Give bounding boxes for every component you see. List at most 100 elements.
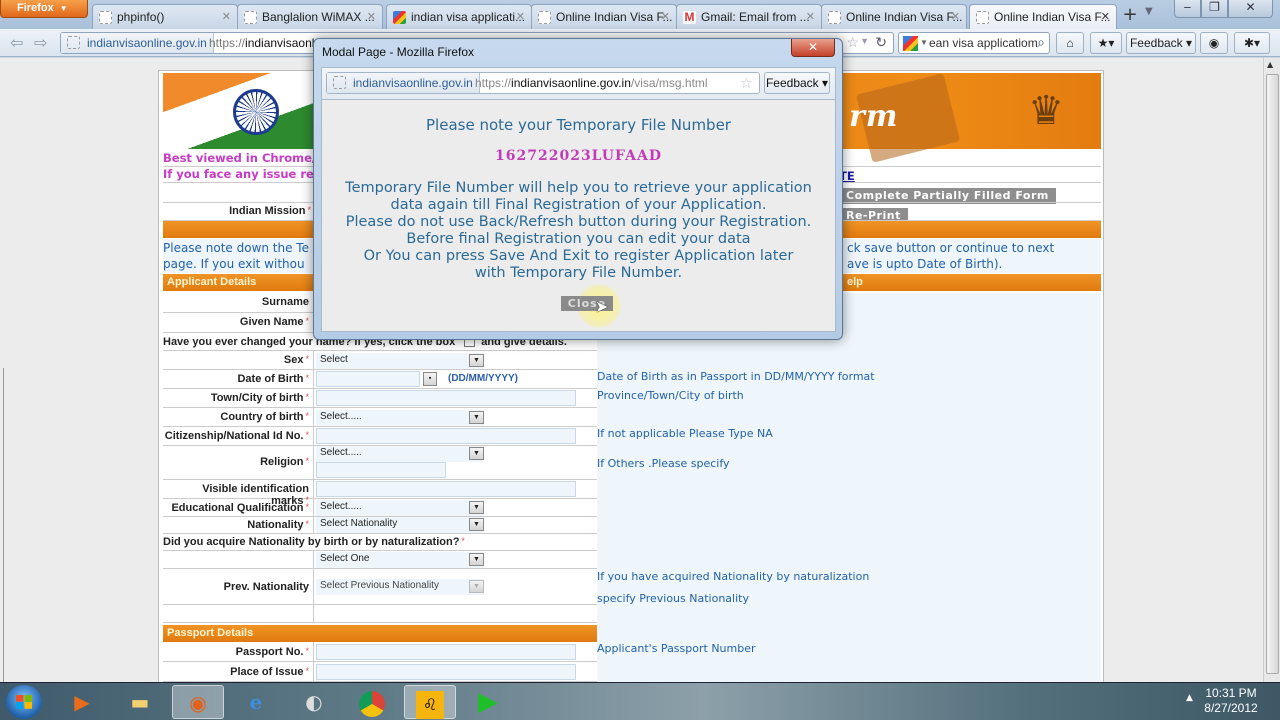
taskbar-download-manager[interactable]: ▶ [462, 685, 514, 719]
sex-select[interactable]: Select ▼ [316, 353, 484, 369]
bookmark-star-icon[interactable]: ☆ [740, 74, 753, 92]
message-line: data again till Final Registration of yo… [390, 197, 767, 213]
tab-indian-visa-2[interactable]: Online Indian Visa F... ✕ [821, 4, 967, 29]
select-value: Select [320, 354, 348, 365]
taskbar-chrome[interactable] [346, 685, 398, 719]
label-text: Indian Mission [229, 205, 306, 217]
modal-window: Modal Page - Mozilla Firefox ✕ indianvis… [313, 38, 843, 340]
tab-phpinfo[interactable]: phpinfo() ✕ [92, 4, 238, 29]
dob-format-hint: (DD/MM/YYYY) [448, 373, 518, 384]
feedback-button[interactable]: Feedback ▾ [1126, 32, 1196, 54]
tab-label: Gmail: Email from ... [701, 10, 810, 24]
modal-feedback-button[interactable]: Feedback ▾ [764, 72, 830, 94]
system-clock[interactable]: 10:31 PM 8/27/2012 [1196, 686, 1266, 716]
religion-other-input[interactable] [316, 462, 446, 478]
acquire-question: Did you acquire Nationality by birth or … [163, 536, 465, 548]
modal-url-text[interactable]: https://indianvisaonline.gov.in/visa/msg… [475, 76, 708, 90]
calendar-icon[interactable]: ▪ [423, 372, 437, 386]
tab-google-search[interactable]: indian visa applicati... ✕ [386, 4, 532, 29]
place-of-issue-input[interactable] [316, 664, 576, 680]
eye-button[interactable]: ◉ [1200, 32, 1228, 54]
start-button[interactable] [6, 685, 42, 719]
show-hidden-icons-button[interactable]: ▲ [1186, 693, 1193, 703]
nationality-row: Nationality * Select Nationality ▼ [163, 517, 597, 534]
prev-nationality-select[interactable]: Select Previous Nationality ▼ [316, 579, 484, 595]
search-box[interactable]: ▼ ean visa applicatiom ⌕ [898, 32, 1050, 54]
search-input[interactable]: ean visa applicatiom [929, 36, 1038, 50]
modal-address-bar[interactable]: indianvisaonline.gov.in https://indianvi… [326, 72, 760, 94]
addon-button[interactable]: ✱▾ [1234, 32, 1270, 54]
close-icon[interactable]: ✕ [951, 10, 960, 23]
label-text: Nationality [247, 519, 304, 531]
taskbar-file-explorer[interactable]: ▬ [114, 685, 166, 719]
close-icon[interactable]: ✕ [806, 10, 815, 23]
taskbar-banglalion[interactable]: ♌ [404, 685, 456, 719]
scroll-up-icon[interactable]: ▲ [1267, 60, 1273, 69]
minimize-button[interactable]: ‒ [1174, 0, 1201, 18]
modal-window-close-button[interactable]: ✕ [791, 39, 835, 57]
home-button[interactable]: ⌂ [1056, 32, 1084, 54]
dob-input[interactable] [316, 371, 420, 387]
nationality-select[interactable]: Select Nationality ▼ [316, 517, 484, 533]
message-line: Please do not use Back/Refresh button du… [345, 214, 812, 230]
select-value: Select Previous Nationality [320, 580, 439, 591]
history-dropdown-icon[interactable]: ▼ [860, 36, 869, 46]
maximize-button[interactable]: ❐ [1201, 0, 1228, 18]
list-all-tabs-icon[interactable]: ▼ [1145, 6, 1153, 17]
search-icon[interactable]: ⌕ [1037, 34, 1045, 51]
temporary-file-number: 162722023LUFAAD [495, 148, 662, 164]
visible-marks-input[interactable] [316, 481, 576, 497]
taskbar-firefox[interactable]: ◉ [172, 685, 224, 719]
window-close-button[interactable]: ✕ [1228, 0, 1273, 18]
back-icon[interactable]: ⇦ [10, 33, 23, 52]
site-identity-button[interactable]: indianvisaonline.gov.in [61, 33, 214, 53]
firefox-menu-button[interactable]: Firefox ▼ [0, 0, 88, 18]
close-icon[interactable]: ✕ [367, 10, 376, 23]
scrollbar-thumb[interactable] [1266, 74, 1279, 674]
citizenship-input[interactable] [316, 428, 576, 444]
label-text: Prev. Nationality [223, 581, 309, 593]
site-identity-button[interactable]: indianvisaonline.gov.in [327, 73, 480, 93]
tab-banglalion[interactable]: Banglalion WiMAX ... ✕ [237, 4, 383, 29]
dob-help-text: Date of Birth as in Passport in DD/MM/YY… [597, 370, 875, 383]
url-text[interactable]: https://indianvisaonl [209, 36, 314, 50]
required-marker: * [305, 456, 309, 466]
reload-icon[interactable]: ↻ [875, 34, 887, 51]
new-tab-button[interactable]: + [1118, 5, 1142, 27]
form-nav-buttons: Complete Partially Filled FormRe-Print [839, 184, 1103, 224]
chevron-down-icon: ▼ [59, 4, 68, 13]
vertical-scrollbar[interactable]: ▲ [1263, 58, 1280, 682]
section-title: Passport Details [167, 627, 254, 639]
close-icon[interactable]: ✕ [222, 10, 231, 23]
chevron-down-icon: ▼ [469, 553, 484, 566]
passport-no-help-text: Applicant's Passport Number [597, 642, 756, 655]
taskbar-internet-explorer[interactable]: e [230, 685, 282, 719]
tab-gmail[interactable]: M Gmail: Email from ... ✕ [676, 4, 822, 29]
tab-indian-visa-1[interactable]: Online Indian Visa F... ✕ [531, 4, 677, 29]
religion-row: Religion * Select..... ▼ [163, 446, 597, 480]
bookmarks-button[interactable]: ★▾ [1090, 32, 1122, 54]
required-marker: * [305, 373, 309, 383]
close-icon[interactable]: ✕ [516, 10, 525, 23]
education-select[interactable]: Select..... ▼ [316, 500, 484, 516]
forward-icon[interactable]: ⇨ [34, 33, 47, 52]
feedback-label: Feedback [765, 76, 819, 90]
passport-no-input[interactable] [316, 644, 576, 660]
taskbar-media-app[interactable]: ◐ [288, 685, 340, 719]
close-icon[interactable]: ✕ [661, 10, 670, 23]
country-select[interactable]: Select..... ▼ [316, 410, 484, 426]
acquire-select[interactable]: Select One ▼ [316, 552, 484, 568]
religion-select[interactable]: Select..... ▼ [316, 446, 484, 462]
google-icon[interactable] [903, 36, 918, 51]
required-marker: * [307, 205, 311, 215]
tab-strip: Firefox ▼ phpinfo() ✕ Banglalion WiMAX ...… [0, 0, 1280, 30]
tab-indian-visa-active[interactable]: Online Indian Visa F... ✕ [969, 4, 1117, 30]
modal-window-title: Modal Page - Mozilla Firefox [322, 45, 475, 59]
sex-cell: Select ▼ [313, 351, 597, 369]
town-input[interactable] [316, 390, 576, 406]
page-icon [333, 76, 346, 89]
taskbar-media-player[interactable]: ▶ [56, 685, 108, 719]
tab-label: Online Indian Visa F... [846, 10, 963, 24]
bookmark-star-icon[interactable]: ☆ [846, 34, 859, 51]
close-icon[interactable]: ✕ [1101, 10, 1110, 23]
